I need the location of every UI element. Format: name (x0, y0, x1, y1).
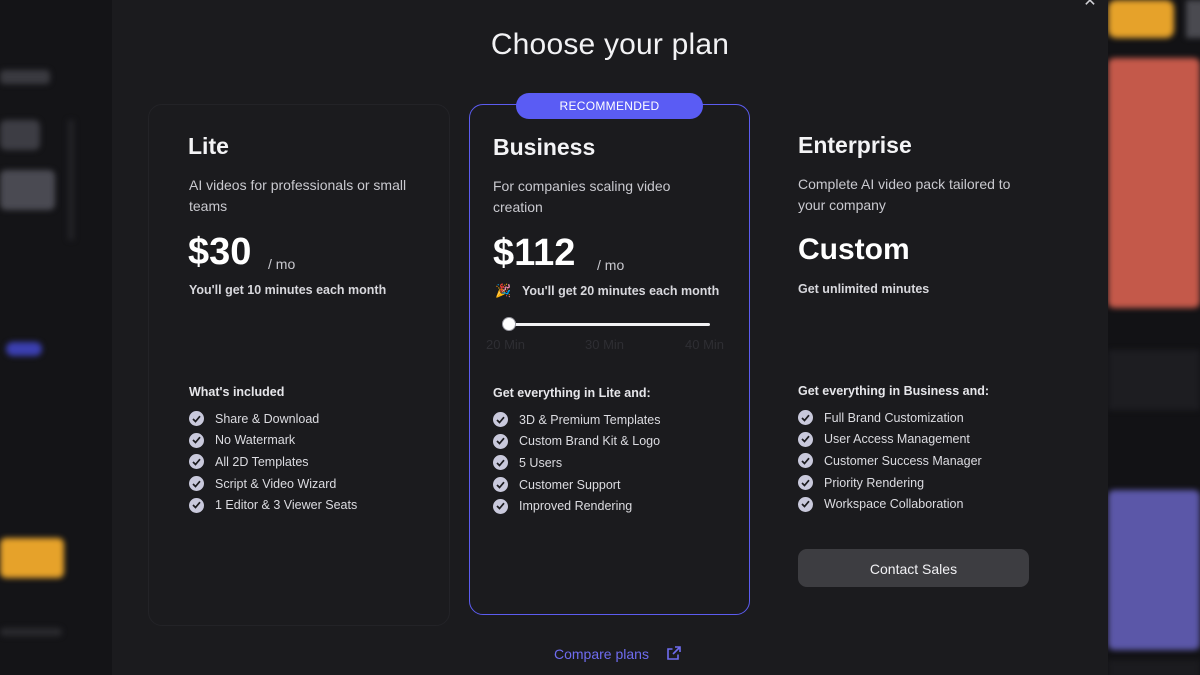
plan-name: Lite (188, 133, 229, 159)
plan-name: Enterprise (798, 132, 912, 158)
check-icon (189, 454, 204, 470)
background-blur (6, 342, 42, 356)
background-blur (1108, 350, 1200, 410)
check-icon (493, 433, 508, 449)
feature-item: Priority Rendering (798, 472, 982, 494)
external-link-icon[interactable] (666, 645, 682, 661)
features-heading: Get everything in Lite and: (493, 386, 651, 400)
slider-tick: 40 Min (685, 337, 725, 352)
feature-label: Priority Rendering (824, 475, 925, 490)
slider-tick: 30 Min (585, 337, 625, 352)
background-app-left (0, 0, 112, 675)
background-blur (68, 120, 74, 240)
background-blur (1108, 0, 1174, 38)
compare-plans-link[interactable]: Compare plans (554, 646, 649, 662)
minutes-slider-track[interactable] (508, 323, 710, 326)
background-blur (0, 538, 64, 578)
feature-label: Share & Download (215, 411, 320, 426)
plan-card-business: RECOMMENDED Business For companies scali… (469, 93, 750, 615)
feature-item: No Watermark (189, 430, 357, 452)
party-popper-icon: 🎉 (495, 283, 512, 298)
background-blur (0, 628, 62, 636)
plan-period: / mo (597, 257, 625, 273)
feature-label: No Watermark (215, 433, 296, 448)
modal-title: Choose your plan (490, 28, 730, 61)
plan-price: $112 (493, 232, 576, 274)
feature-label: Script & Video Wizard (215, 476, 337, 491)
feature-item: Custom Brand Kit & Logo (493, 431, 661, 453)
feature-item: Script & Video Wizard (189, 473, 357, 495)
check-icon (798, 496, 813, 512)
features-list: Share & Download No Watermark All 2D Tem… (189, 408, 357, 516)
background-blur (0, 170, 55, 210)
features-list: 3D & Premium Templates Custom Brand Kit … (493, 409, 661, 517)
feature-item: Customer Success Manager (798, 450, 982, 472)
check-icon (189, 476, 204, 492)
background-blur (1186, 0, 1200, 38)
feature-item: User Access Management (798, 429, 982, 451)
plan-description: For companies scaling video creation (493, 178, 671, 215)
check-icon (798, 475, 813, 491)
check-icon (798, 431, 813, 447)
check-icon (493, 412, 508, 428)
check-icon (189, 411, 204, 427)
background-blur (1108, 660, 1200, 675)
feature-item: Share & Download (189, 408, 357, 430)
check-icon (189, 497, 204, 513)
features-heading: What's included (189, 385, 285, 399)
feature-label: All 2D Templates (215, 454, 309, 469)
plan-card-lite: Lite AI videos for professionals or smal… (148, 104, 450, 626)
feature-label: Custom Brand Kit & Logo (519, 434, 661, 449)
background-blur (0, 70, 50, 84)
feature-label: Customer Success Manager (824, 453, 982, 468)
feature-item: 3D & Premium Templates (493, 409, 661, 431)
check-icon (798, 410, 813, 426)
check-icon (189, 432, 204, 448)
slider-tick: 20 Min (486, 337, 526, 352)
plan-name: Business (493, 134, 596, 160)
feature-label: Full Brand Customization (824, 410, 964, 425)
feature-item: 5 Users (493, 452, 661, 474)
plan-minutes: Get unlimited minutes (798, 282, 930, 296)
minutes-slider-thumb[interactable] (502, 317, 516, 331)
feature-label: User Access Management (824, 432, 970, 447)
feature-label: Customer Support (519, 477, 621, 492)
feature-label: Workspace Collaboration (824, 497, 964, 512)
feature-item: Customer Support (493, 474, 661, 496)
plan-card-enterprise: Enterprise Complete AI video pack tailor… (777, 104, 1077, 624)
feature-label: 1 Editor & 3 Viewer Seats (215, 498, 358, 513)
feature-label: Improved Rendering (519, 499, 633, 514)
feature-item: All 2D Templates (189, 451, 357, 473)
plan-description: Complete AI video pack tailored to your … (798, 176, 1011, 213)
plan-minutes: You'll get 20 minutes each month (522, 284, 720, 298)
feature-item: Improved Rendering (493, 495, 661, 517)
feature-item: Workspace Collaboration (798, 493, 982, 515)
check-icon (493, 498, 508, 514)
features-list: Full Brand Customization User Access Man… (798, 407, 982, 515)
plan-period: / mo (268, 256, 296, 272)
close-icon[interactable]: ✕ (1080, 0, 1100, 12)
plan-minutes: You'll get 10 minutes each month (189, 283, 387, 297)
feature-label: 3D & Premium Templates (519, 412, 661, 427)
plan-price: Custom (798, 233, 910, 266)
recommended-badge: RECOMMENDED (516, 93, 703, 119)
plan-price: $30 (188, 231, 252, 273)
check-icon (798, 453, 813, 469)
contact-sales-button[interactable]: Contact Sales (798, 549, 1029, 587)
feature-item: Full Brand Customization (798, 407, 982, 429)
background-blur (0, 120, 40, 150)
plan-modal: ✕ Choose your plan Lite AI videos for pr… (112, 0, 1108, 675)
check-icon (493, 455, 508, 471)
background-blur (1108, 490, 1200, 650)
plan-description: AI videos for professionals or small tea… (189, 177, 407, 214)
features-heading: Get everything in Business and: (798, 384, 990, 398)
feature-label: 5 Users (519, 455, 563, 470)
background-blur (1108, 58, 1200, 308)
background-app-right (1108, 0, 1200, 675)
feature-item: 1 Editor & 3 Viewer Seats (189, 494, 357, 516)
check-icon (493, 477, 508, 493)
